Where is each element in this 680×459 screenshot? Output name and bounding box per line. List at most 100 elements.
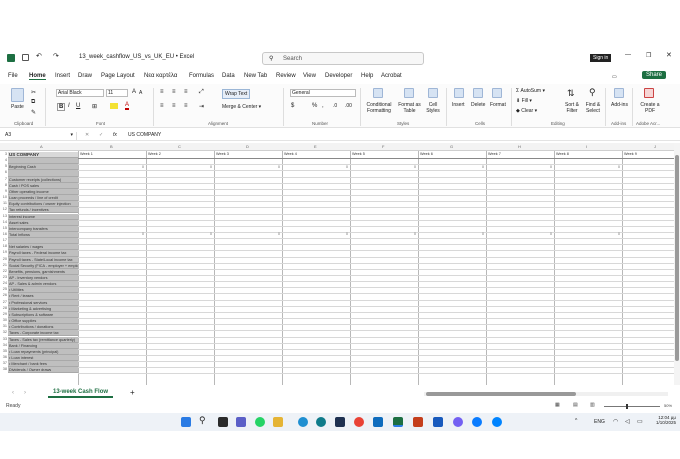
indent-icon[interactable]: ⇥ <box>199 103 204 110</box>
row-number[interactable]: 19 <box>0 250 7 254</box>
font-name-select[interactable]: Arial Black <box>56 89 104 97</box>
restore-icon[interactable]: ❐ <box>646 52 651 59</box>
row-number[interactable]: 35 <box>0 349 7 353</box>
tab-draw[interactable]: Draw <box>78 73 92 79</box>
format-cells-icon[interactable] <box>492 88 502 98</box>
row-number[interactable]: 10 <box>0 195 7 199</box>
save-icon[interactable] <box>22 54 29 61</box>
word-icon[interactable] <box>433 417 443 427</box>
row-number[interactable]: 20 <box>0 257 7 261</box>
zero-value-cell[interactable]: 0 <box>142 232 144 236</box>
row-number[interactable]: 12 <box>0 207 7 211</box>
tab-view[interactable]: View <box>303 73 316 79</box>
tab-file[interactable]: File <box>8 73 18 79</box>
increase-decimal-icon[interactable]: .0 <box>333 103 337 109</box>
zero-value-cell[interactable]: 0 <box>482 165 484 169</box>
week-header-cell[interactable]: Week 7 <box>488 152 501 156</box>
row-label-cell[interactable]: Dividends / Owner draws <box>8 367 78 374</box>
row-number[interactable]: 30 <box>0 318 7 322</box>
fill-color-icon[interactable] <box>110 103 118 109</box>
format-painter-icon[interactable]: ✎ <box>31 109 36 116</box>
week-header-cell[interactable]: Week 4 <box>284 152 297 156</box>
zero-value-cell[interactable]: 0 <box>414 232 416 236</box>
clock[interactable]: 12:04 μμ 1/10/2025 <box>648 415 676 425</box>
row-number[interactable]: 13 <box>0 214 7 218</box>
week-header-cell[interactable]: Week 9 <box>624 152 637 156</box>
zero-value-cell[interactable]: 0 <box>142 165 144 169</box>
column-header-h[interactable]: H <box>518 144 521 149</box>
week-header-cell[interactable]: Week 5 <box>352 152 365 156</box>
sign-in-button[interactable]: Sign in <box>590 54 612 62</box>
row-number[interactable]: 28 <box>0 306 7 310</box>
zoom-slider[interactable] <box>604 404 660 409</box>
undo-icon[interactable]: ↶ <box>36 52 42 60</box>
row-number[interactable]: 25 <box>0 287 7 291</box>
tab-acrobat[interactable]: Acrobat <box>381 73 402 79</box>
tab-page-layout[interactable]: Page Layout <box>101 73 135 79</box>
tab-formulas[interactable]: Formulas <box>189 73 214 79</box>
row-number[interactable]: 6 <box>0 170 7 174</box>
row-number[interactable]: 22 <box>0 269 7 273</box>
row-number[interactable]: 36 <box>0 355 7 359</box>
edge-icon[interactable] <box>298 417 308 427</box>
normal-view-icon[interactable]: ▦ <box>555 402 560 408</box>
zero-value-cell[interactable]: 0 <box>550 165 552 169</box>
zero-value-cell[interactable]: 0 <box>618 165 620 169</box>
insert-cells-icon[interactable] <box>454 88 464 98</box>
paste-button[interactable]: Paste <box>11 104 24 110</box>
sort-filter-button[interactable]: Sort & Filter <box>561 102 583 114</box>
create-pdf-icon[interactable] <box>644 88 654 98</box>
format-cells-button[interactable]: Format <box>490 102 506 108</box>
row-number[interactable]: 16 <box>0 232 7 236</box>
insert-cells-button[interactable]: Insert <box>452 102 465 108</box>
zero-value-cell[interactable]: 0 <box>618 232 620 236</box>
column-header-e[interactable]: E <box>314 144 317 149</box>
row-number[interactable]: 32 <box>0 330 7 334</box>
row-number[interactable]: 26 <box>0 293 7 297</box>
copy-icon[interactable]: ⧉ <box>31 99 35 106</box>
week-header-cell[interactable]: Week 2 <box>148 152 161 156</box>
clear-button[interactable]: ◆ Clear ▾ <box>516 108 537 114</box>
row-number[interactable]: 37 <box>0 361 7 365</box>
tab-help[interactable]: Help <box>361 73 373 79</box>
delete-cells-button[interactable]: Delete <box>471 102 485 108</box>
delete-cells-icon[interactable] <box>473 88 483 98</box>
row-number[interactable]: 29 <box>0 312 7 316</box>
row-number[interactable]: 8 <box>0 183 7 187</box>
column-header-c[interactable]: C <box>178 144 181 149</box>
column-header-g[interactable]: G <box>450 144 453 149</box>
borders-icon[interactable]: ⊞ <box>92 103 97 110</box>
row-number[interactable]: 9 <box>0 189 7 193</box>
fill-button[interactable]: ⬇ Fill ▾ <box>516 98 532 104</box>
row-number[interactable]: 15 <box>0 226 7 230</box>
tab-home[interactable]: Home <box>29 73 46 80</box>
row-number[interactable]: 21 <box>0 263 7 267</box>
search-taskbar-icon[interactable]: ⚲ <box>199 415 209 425</box>
column-header-a[interactable]: A <box>40 144 43 149</box>
cell-styles-icon[interactable] <box>428 88 438 98</box>
zero-value-cell[interactable]: 0 <box>550 232 552 236</box>
conditional-formatting-button[interactable]: Conditional Formatting <box>364 102 394 114</box>
wifi-icon[interactable]: ◠ <box>613 418 618 425</box>
prev-sheet-icon[interactable]: ‹ <box>12 390 14 396</box>
row-number[interactable]: 17 <box>0 238 7 242</box>
file-explorer-icon[interactable] <box>273 417 283 427</box>
powerpoint-icon[interactable] <box>413 417 423 427</box>
add-sheet-icon[interactable]: + <box>130 388 135 397</box>
zero-value-cell[interactable]: 0 <box>278 165 280 169</box>
confirm-formula-icon[interactable]: ✓ <box>99 132 103 138</box>
page-break-view-icon[interactable]: ▥ <box>590 402 595 408</box>
tab-new-tab[interactable]: New Tab <box>244 73 267 79</box>
format-table-button[interactable]: Format as Table <box>396 102 423 114</box>
row-number[interactable]: 34 <box>0 343 7 347</box>
merge-center-button[interactable]: Merge & Center ▾ <box>222 104 261 110</box>
week-header-cell[interactable]: Week 6 <box>420 152 433 156</box>
vertical-scrollbar[interactable] <box>674 143 680 385</box>
row-number[interactable]: 24 <box>0 281 7 285</box>
row-number[interactable]: 11 <box>0 201 7 205</box>
align-bottom-icon[interactable]: ≡ <box>184 89 188 95</box>
percent-icon[interactable]: % <box>312 103 317 109</box>
viber-icon[interactable] <box>453 417 463 427</box>
share-button[interactable]: Share <box>642 71 667 79</box>
align-middle-icon[interactable]: ≡ <box>172 89 176 95</box>
